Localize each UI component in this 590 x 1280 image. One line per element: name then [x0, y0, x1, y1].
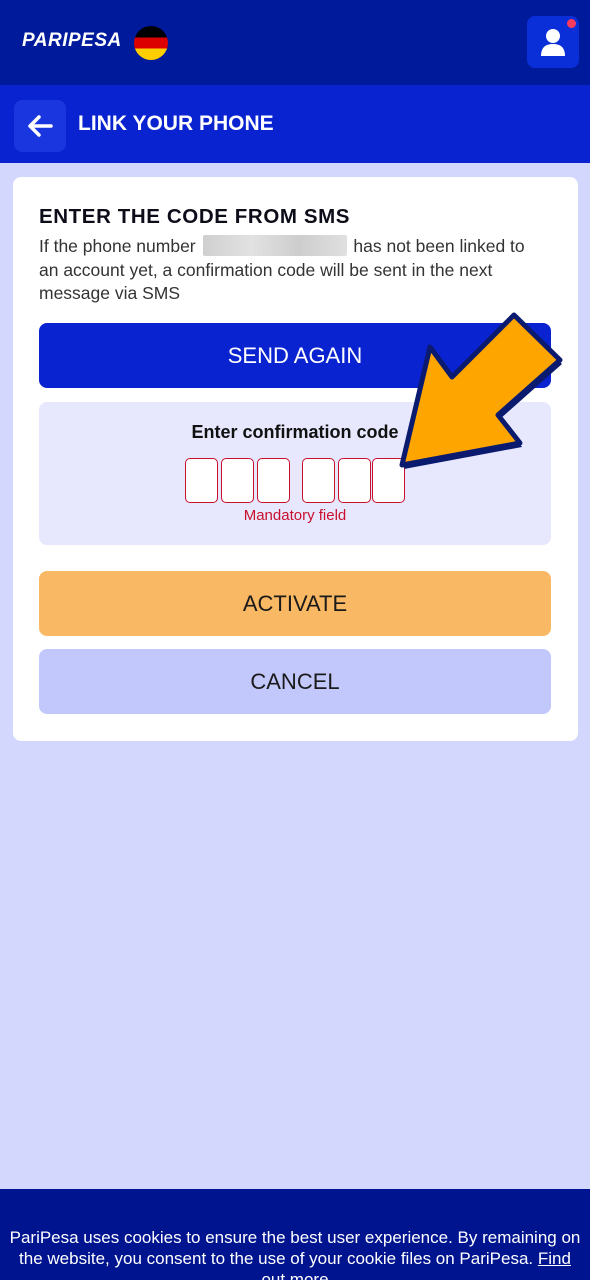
code-digit-2[interactable]	[221, 458, 254, 503]
card-heading: ENTER THE CODE FROM SMS	[39, 205, 351, 228]
redacted-phone-number	[202, 235, 347, 256]
cookie-text-block: PariPesa uses cookies to ensure the best…	[0, 1227, 590, 1280]
card-description: If the phone number has not been linked …	[39, 235, 544, 306]
notification-dot	[567, 19, 576, 28]
code-digit-1[interactable]	[185, 458, 218, 503]
cancel-button[interactable]: CANCEL	[39, 649, 551, 714]
annotation-arrow-icon	[399, 312, 563, 469]
title-bar: LINK YOUR PHONE	[0, 85, 590, 163]
cookie-message: PariPesa uses cookies to ensure the best…	[9, 1228, 581, 1268]
page-title: LINK YOUR PHONE	[78, 112, 274, 135]
code-digit-4[interactable]	[302, 458, 335, 503]
paripesa-logo[interactable]: PARIPESA	[22, 30, 122, 52]
mandatory-field-error: Mandatory field	[243, 507, 347, 524]
code-digit-3[interactable]	[257, 458, 290, 503]
germany-flag-icon[interactable]	[134, 26, 168, 60]
activate-button[interactable]: ACTIVATE	[39, 571, 551, 636]
arrow-left-icon	[28, 115, 53, 137]
back-button[interactable]	[14, 100, 66, 152]
description-text-start: If the phone number	[39, 236, 196, 256]
top-bar: PARIPESA	[0, 0, 590, 85]
code-digit-5[interactable]	[338, 458, 371, 503]
user-icon	[541, 29, 565, 56]
cookie-banner: PariPesa uses cookies to ensure the best…	[0, 1189, 590, 1280]
